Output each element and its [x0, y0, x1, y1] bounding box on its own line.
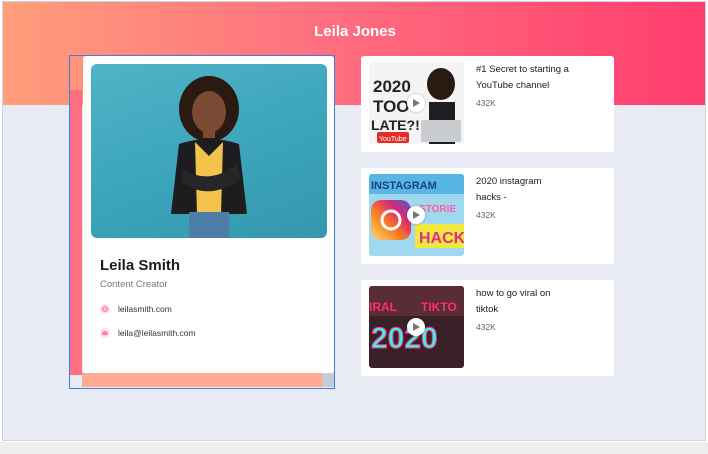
video-title[interactable]: #1 Secret to starting a YouTube channel — [476, 62, 588, 94]
video-card[interactable]: INSTAGRAM STORIE HACK 2020 instagram hac… — [361, 168, 614, 264]
video-card[interactable]: IRAL TIKTO 2020 how to go viral on tikto… — [361, 280, 614, 376]
website-text: leilasmith.com — [118, 304, 172, 314]
thumb-text: 2020 — [371, 322, 438, 355]
profile-photo — [91, 64, 327, 238]
video-thumbnail[interactable]: INSTAGRAM STORIE HACK — [369, 174, 464, 256]
profile-role: Content Creator — [100, 279, 168, 290]
thumb-text: INSTAGRAM — [371, 180, 437, 192]
play-icon[interactable] — [407, 94, 425, 112]
video-views: 432K — [476, 98, 496, 108]
decorative-shape-bottom — [82, 373, 322, 387]
decorative-shape-left — [70, 90, 82, 375]
play-icon[interactable] — [407, 318, 425, 336]
profile-name: Leila Smith — [100, 257, 181, 274]
profile-illustration — [171, 76, 247, 238]
thumb-text: LATE?! — [371, 117, 420, 133]
video-thumbnail[interactable]: IRAL TIKTO 2020 — [369, 286, 464, 368]
decorative-shape-bottom-gray — [322, 373, 334, 387]
video-title[interactable]: 2020 instagram hacks - — [476, 174, 556, 206]
email-text: leila@leilasmith.com — [118, 328, 196, 338]
video-thumbnail[interactable]: 2020 TOO LATE?! YouTube — [369, 62, 464, 144]
thumb-text: YouTube — [379, 136, 407, 143]
thumb-text: 2020 — [373, 77, 411, 96]
banner-title: Leila Jones — [314, 23, 396, 40]
canvas: Leila Jones Leila Smith Content Creator … — [2, 1, 706, 441]
thumb-text: IRAL — [369, 300, 397, 314]
email-link[interactable]: leila@leilasmith.com — [100, 328, 196, 338]
video-card[interactable]: 2020 TOO LATE?! YouTube #1 Secret to sta… — [361, 56, 614, 152]
website-link[interactable]: leilasmith.com — [100, 304, 172, 314]
thumb-text: TOO — [373, 97, 410, 116]
video-views: 432K — [476, 210, 496, 220]
thumb-text: HACK — [419, 230, 464, 247]
bottom-scroll-area — [0, 442, 708, 454]
mail-icon — [100, 328, 110, 338]
video-title[interactable]: how to go viral on tiktok — [476, 286, 566, 318]
play-icon[interactable] — [407, 206, 425, 224]
video-views: 432K — [476, 322, 496, 332]
profile-card[interactable]: Leila Smith Content Creator leilasmith.c… — [83, 56, 334, 373]
thumb-text: TIKTO — [421, 300, 457, 314]
globe-icon — [100, 304, 110, 314]
